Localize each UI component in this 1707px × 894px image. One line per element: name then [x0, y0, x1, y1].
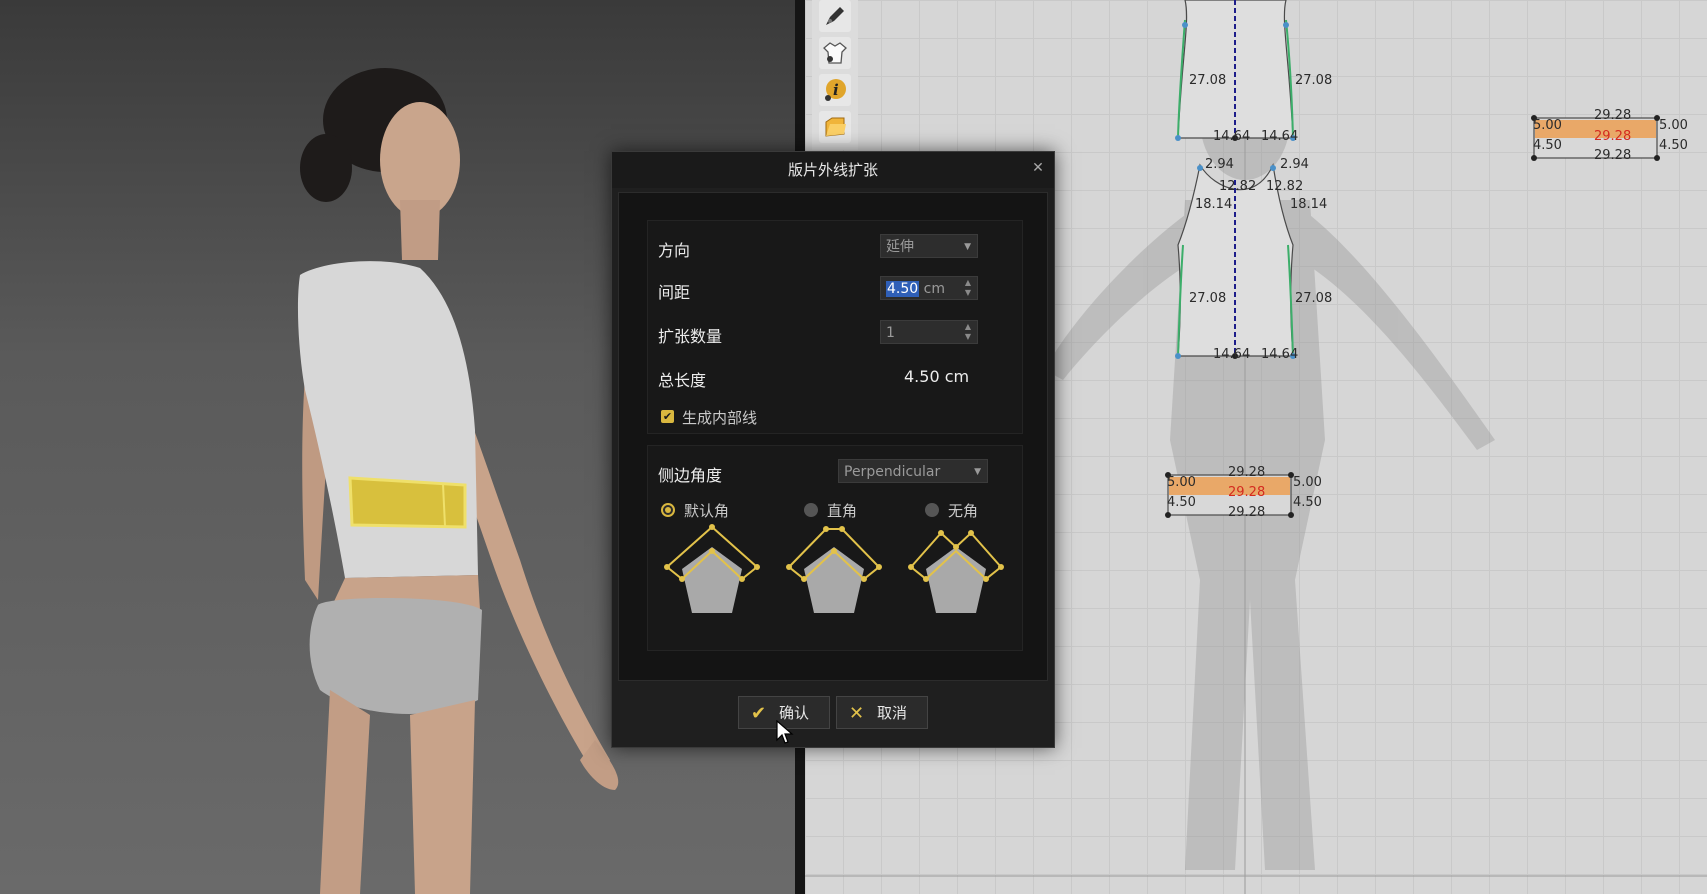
- count-stepper[interactable]: ▲ ▼: [961, 322, 975, 342]
- expand-outline-dialog: 版片外线扩张 ✕ 方向 延伸 ▼ 间距 4.50 cm ▲ ▼ 扩张数量 1 ▲ ▼…: [611, 151, 1055, 748]
- corner-default-label: 默认角: [684, 502, 730, 520]
- measure-shoulder-left: 2.94: [1205, 157, 1234, 172]
- count-label: 扩张数量: [658, 327, 723, 346]
- measure-band-center-mid: 29.28: [1228, 485, 1265, 500]
- chevron-down-icon: ▼: [964, 242, 971, 252]
- measure-band-center-left-top: 5.00: [1167, 475, 1196, 490]
- measure-neck-left: 12.82: [1219, 179, 1256, 194]
- measure-band-right-left-bottom: 4.50: [1533, 138, 1562, 153]
- generate-inner-checkbox[interactable]: ✔: [661, 410, 674, 423]
- pattern-piece-top[interactable]: [1175, 0, 1296, 141]
- default-corner-icon[interactable]: [662, 521, 762, 621]
- close-icon: ✕: [849, 703, 865, 724]
- measure-armhole-right: 18.14: [1290, 197, 1327, 212]
- check-icon: ✔: [751, 703, 767, 724]
- measure-neck-right: 12.82: [1266, 179, 1303, 194]
- measure-mid-bottom-left: 14.64: [1213, 347, 1250, 362]
- pencil-tool-button[interactable]: [819, 0, 851, 32]
- close-icon[interactable]: ✕: [1030, 160, 1046, 176]
- cancel-button[interactable]: ✕ 取消: [836, 696, 928, 729]
- generate-inner-label: 生成内部线: [682, 409, 758, 427]
- measure-band-right-right-top: 5.00: [1659, 118, 1688, 133]
- direction-label: 方向: [658, 241, 691, 260]
- measure-mid-left: 27.08: [1189, 291, 1226, 306]
- svg-text:i: i: [833, 81, 839, 99]
- arrow-down-icon[interactable]: ▼: [961, 332, 975, 342]
- total-length-value: 4.50 cm: [904, 367, 970, 386]
- measure-top-bottom-right: 14.64: [1261, 129, 1298, 144]
- arrow-down-icon[interactable]: ▼: [961, 288, 975, 298]
- measure-top-right: 27.08: [1295, 73, 1332, 88]
- corner-right-angle-label: 直角: [827, 502, 858, 520]
- measure-band-right-right-bottom: 4.50: [1659, 138, 1688, 153]
- total-length-label: 总长度: [658, 371, 707, 390]
- measure-band-right-bottom: 29.28: [1594, 148, 1631, 163]
- measure-top-left: 27.08: [1189, 73, 1226, 88]
- settings-section: 方向 延伸 ▼ 间距 4.50 cm ▲ ▼ 扩张数量 1 ▲ ▼ 总长度 4.50…: [647, 220, 1023, 434]
- measure-mid-bottom-right: 14.64: [1261, 347, 1298, 362]
- info-tool-button[interactable]: i: [819, 74, 851, 106]
- no-corner-icon[interactable]: [906, 521, 1006, 621]
- measure-band-right-top: 29.28: [1594, 108, 1631, 123]
- corner-right-angle-radio[interactable]: [804, 503, 818, 517]
- chevron-down-icon: ▼: [974, 467, 981, 477]
- pattern-piece-middle[interactable]: [1175, 162, 1296, 359]
- right-angle-corner-icon[interactable]: [784, 521, 884, 621]
- mouse-cursor-icon: [776, 720, 794, 744]
- direction-dropdown[interactable]: 延伸 ▼: [880, 234, 978, 258]
- corner-none-label: 无角: [948, 502, 979, 520]
- measure-band-center-right-top: 5.00: [1293, 475, 1322, 490]
- measure-band-center-bottom: 29.28: [1228, 505, 1265, 520]
- direction-value: 延伸: [886, 239, 914, 255]
- measure-band-right-mid: 29.28: [1594, 129, 1631, 144]
- side-angle-value: Perpendicular: [844, 464, 941, 480]
- spacing-input[interactable]: 4.50 cm ▲ ▼: [880, 276, 978, 300]
- corner-default-radio[interactable]: [661, 503, 675, 517]
- corner-none-radio[interactable]: [925, 503, 939, 517]
- side-angle-dropdown[interactable]: Perpendicular ▼: [838, 459, 988, 483]
- pattern-toolbar: i: [812, 0, 858, 150]
- arrow-up-icon[interactable]: ▲: [961, 278, 975, 288]
- measure-band-center-top: 29.28: [1228, 465, 1265, 480]
- dialog-title: 版片外线扩张: [612, 152, 1054, 188]
- measure-band-right-left-top: 5.00: [1533, 118, 1562, 133]
- measure-armhole-left: 18.14: [1195, 197, 1232, 212]
- arrow-up-icon[interactable]: ▲: [961, 322, 975, 332]
- spacing-unit: cm: [923, 281, 945, 297]
- count-input[interactable]: 1 ▲ ▼: [880, 320, 978, 344]
- measure-mid-right: 27.08: [1295, 291, 1332, 306]
- dialog-body: 方向 延伸 ▼ 间距 4.50 cm ▲ ▼ 扩张数量 1 ▲ ▼ 总长度 4.50…: [618, 192, 1048, 681]
- garment-icon: [823, 42, 847, 64]
- measure-top-bottom-left: 14.64: [1213, 129, 1250, 144]
- count-value: 1: [886, 325, 895, 341]
- measure-band-center-right-bottom: 4.50: [1293, 495, 1322, 510]
- measure-band-center-left-bottom: 4.50: [1167, 495, 1196, 510]
- side-angle-section: 侧边角度 Perpendicular ▼ 默认角 直角 无角: [647, 445, 1023, 651]
- pencil-icon: [826, 7, 844, 25]
- folder-icon: [825, 117, 846, 137]
- folder-tool-button[interactable]: [819, 111, 851, 143]
- info-icon: i: [825, 79, 846, 101]
- cancel-label: 取消: [877, 704, 908, 722]
- spacing-stepper[interactable]: ▲ ▼: [961, 278, 975, 298]
- side-angle-label: 侧边角度: [658, 466, 723, 485]
- spacing-label: 间距: [658, 283, 691, 302]
- garment-tool-button[interactable]: [819, 37, 851, 69]
- spacing-value: 4.50: [886, 281, 920, 297]
- measure-shoulder-right: 2.94: [1280, 157, 1309, 172]
